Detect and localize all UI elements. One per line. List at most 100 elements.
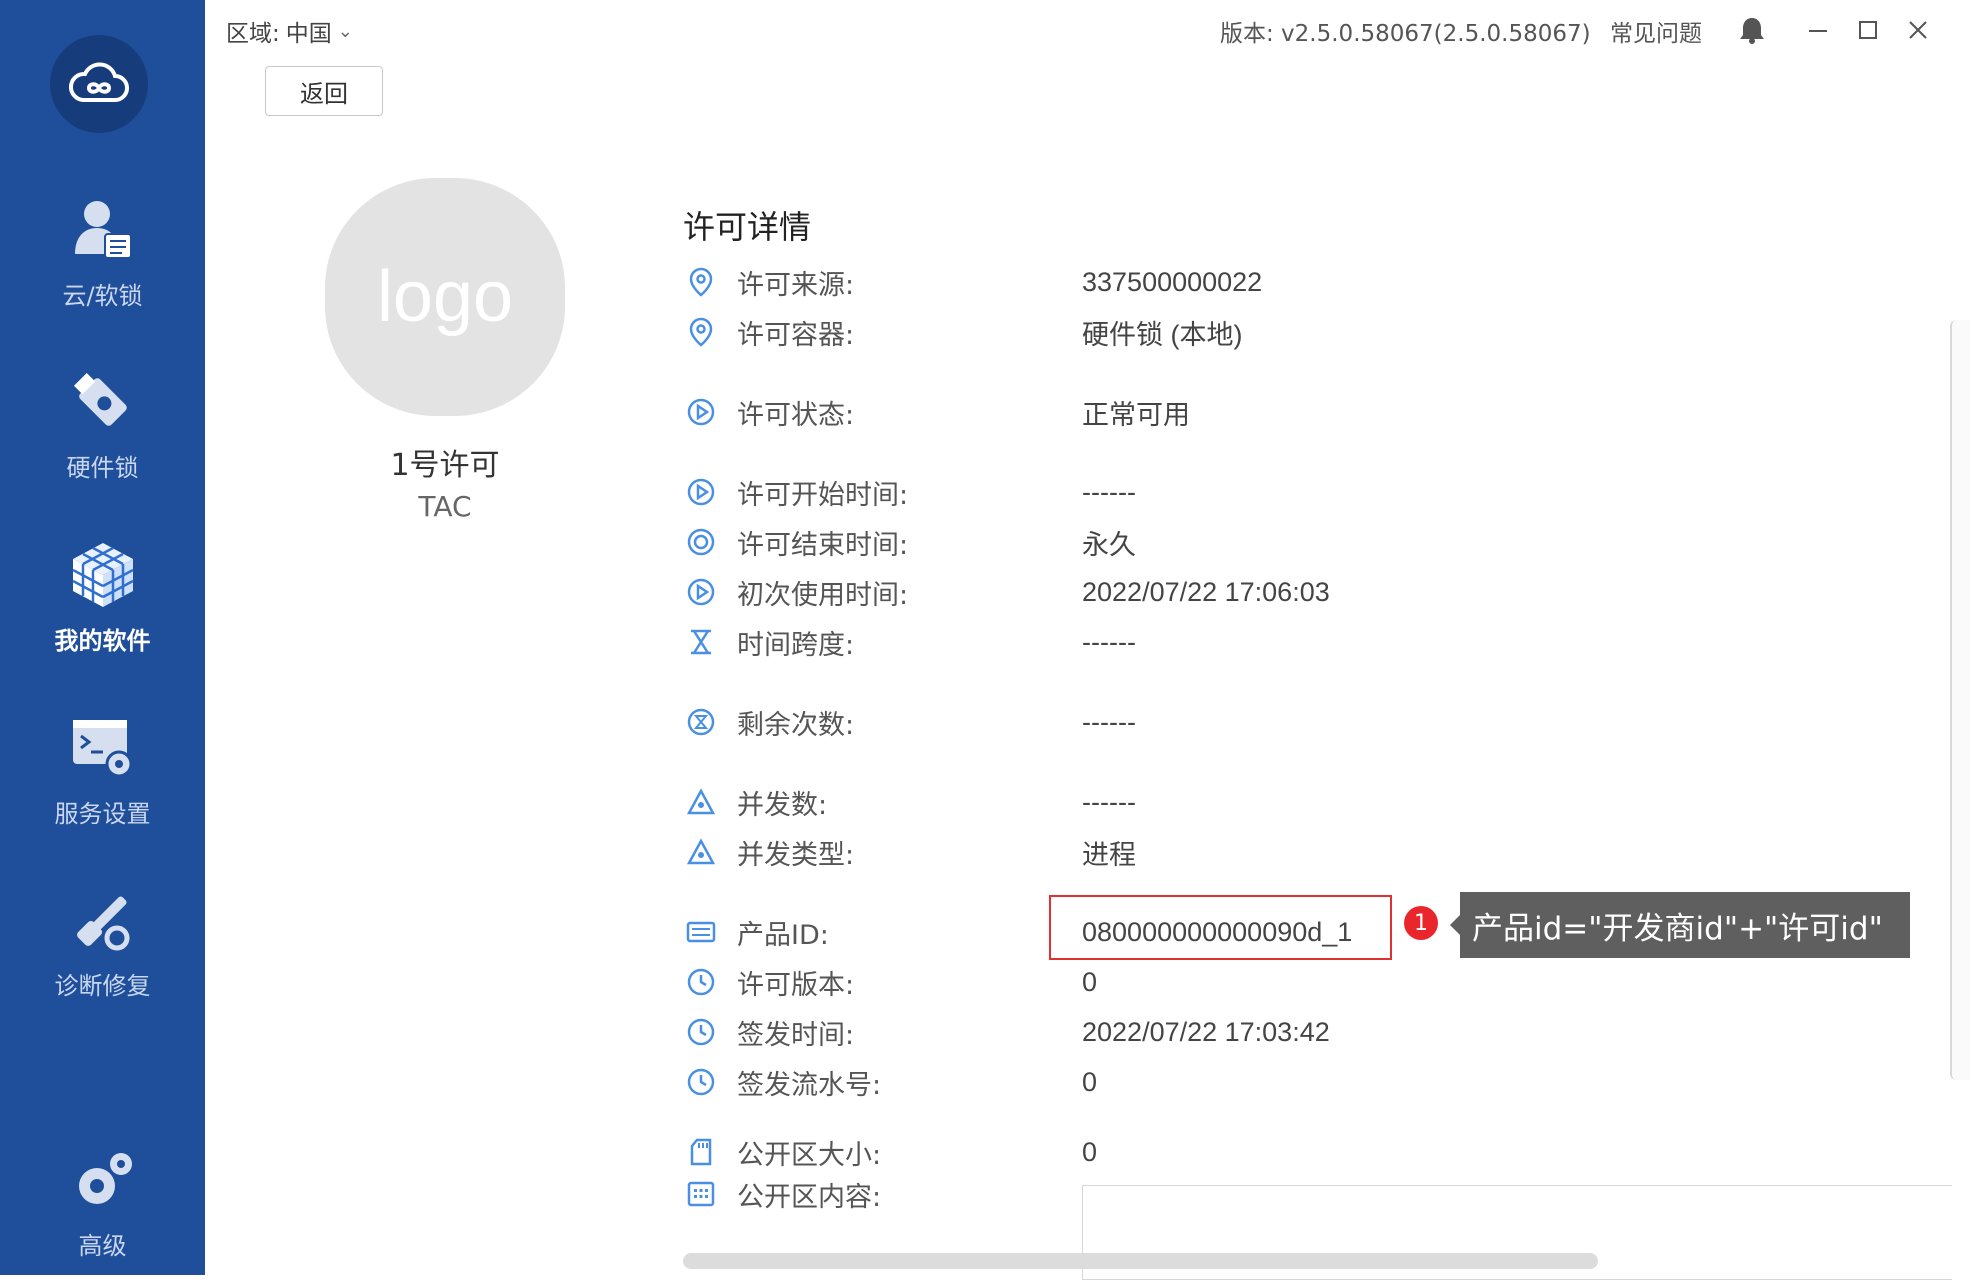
usb-dongle-icon (63, 362, 143, 442)
license-name: 1号许可 (390, 448, 500, 483)
nav-diagnose-repair[interactable]: 诊断修复 (0, 880, 205, 1020)
product-id-highlight (1049, 895, 1392, 960)
nav-label: 我的软件 (54, 627, 151, 655)
play-circle-icon (683, 474, 719, 510)
detail-label: 签发时间: (737, 1019, 855, 1051)
network-triangle-icon (683, 834, 719, 870)
detail-label: 许可容器: (737, 319, 855, 351)
clock-icon (683, 964, 719, 1000)
cubes-icon (63, 535, 143, 615)
clock-icon (683, 1014, 719, 1050)
grid-box-icon (683, 1176, 719, 1212)
chevron-down-icon: ⌄ (337, 20, 353, 42)
version-text: 版本: v2.5.0.58067(2.5.0.58067) (1220, 21, 1591, 47)
detail-value: 0 (1082, 1136, 1098, 1167)
bell-icon[interactable] (1736, 14, 1768, 46)
sidebar: 云/软锁 硬件锁 我的软件 服务设置 诊断修复 高级 (0, 0, 205, 1275)
detail-row-serial: 签发流水号: 0 (683, 1062, 1097, 1102)
nav-label: 硬件锁 (66, 454, 139, 482)
detail-label: 公开区大小: (737, 1139, 882, 1171)
cloud-logo-icon (50, 35, 148, 133)
detail-row-remaining-count: 剩余次数: ------ (683, 702, 1136, 742)
detail-value: ------ (1082, 626, 1136, 657)
license-logo: logo (325, 178, 565, 416)
nav-service-settings[interactable]: 服务设置 (0, 708, 205, 848)
detail-value: 硬件锁 (本地) (1082, 319, 1243, 350)
clock-circle-icon (683, 524, 719, 560)
nav-label: 服务设置 (54, 800, 151, 828)
detail-row-source: 许可来源: 337500000022 (683, 262, 1262, 302)
minimize-icon[interactable] (1802, 14, 1834, 46)
gears-icon (63, 1140, 143, 1220)
license-code: TAC (418, 490, 472, 523)
detail-row-public-content: 公开区内容: (683, 1174, 1082, 1214)
vertical-scrollbar[interactable] (1950, 320, 1970, 1080)
location-pin-icon (683, 314, 719, 350)
detail-label: 初次使用时间: (737, 579, 909, 611)
annotation-callout: 产品id="开发商id"+"许可id" (1450, 892, 1910, 958)
nav-label: 高级 (78, 1232, 127, 1260)
nav-advanced[interactable]: 高级 (0, 1140, 205, 1280)
detail-row-start-time: 许可开始时间: ------ (683, 472, 1136, 512)
detail-value: ------ (1082, 476, 1136, 507)
hourglass-circle-icon (683, 704, 719, 740)
play-circle-icon (683, 574, 719, 610)
nav-label: 诊断修复 (54, 972, 151, 1000)
detail-row-issue-time: 签发时间: 2022/07/22 17:03:42 (683, 1012, 1330, 1052)
region-selector[interactable]: 区域: 中国 ⌄ (226, 14, 353, 48)
play-circle-icon (683, 394, 719, 430)
detail-label: 公开区内容: (737, 1181, 882, 1213)
details-title: 许可详情 (683, 208, 812, 246)
detail-row-license-version: 许可版本: 0 (683, 962, 1097, 1002)
back-button[interactable]: 返回 (265, 66, 383, 116)
detail-value: 进程 (1082, 839, 1136, 870)
keyboard-icon (683, 914, 719, 950)
detail-row-concurrency: 并发数: ------ (683, 782, 1136, 822)
close-icon[interactable] (1902, 14, 1934, 46)
detail-row-status: 许可状态: 正常可用 (683, 392, 1190, 432)
detail-row-public-size: 公开区大小: 0 (683, 1132, 1097, 1172)
detail-label: 并发数: (737, 789, 828, 821)
detail-value: 2022/07/22 17:03:42 (1082, 1016, 1330, 1047)
faq-link[interactable]: 常见问题 (1610, 14, 1702, 48)
nav-hardware-lock[interactable]: 硬件锁 (0, 362, 205, 502)
detail-row-container: 许可容器: 硬件锁 (本地) (683, 312, 1242, 352)
detail-label: 许可开始时间: (737, 479, 909, 511)
nav-my-software[interactable]: 我的软件 (0, 535, 205, 675)
detail-value: 0 (1082, 1066, 1098, 1097)
detail-value: 永久 (1082, 529, 1136, 560)
detail-label: 剩余次数: (737, 709, 855, 741)
hourglass-icon (683, 624, 719, 660)
network-triangle-icon (683, 784, 719, 820)
clock-icon (683, 1064, 719, 1100)
terminal-gear-icon (63, 708, 143, 788)
location-pin-icon (683, 264, 719, 300)
detail-value: ------ (1082, 706, 1136, 737)
detail-value: ------ (1082, 786, 1136, 817)
horizontal-scrollbar[interactable] (683, 1253, 1598, 1269)
region-label: 区域: (226, 21, 280, 47)
detail-row-first-use: 初次使用时间: 2022/07/22 17:06:03 (683, 572, 1330, 612)
detail-value: 正常可用 (1082, 399, 1190, 430)
nav-label: 云/软锁 (62, 282, 143, 310)
maximize-icon[interactable] (1852, 14, 1884, 46)
detail-value: 337500000022 (1082, 266, 1263, 297)
detail-row-time-span: 时间跨度: ------ (683, 622, 1136, 662)
region-value: 中国 (285, 21, 332, 47)
detail-label: 产品ID: (737, 919, 829, 951)
detail-label: 许可来源: (737, 269, 855, 301)
detail-row-end-time: 许可结束时间: 永久 (683, 522, 1136, 562)
detail-label: 签发流水号: (737, 1069, 882, 1101)
detail-row-concurrency-type: 并发类型: 进程 (683, 832, 1136, 872)
nav-cloud-soft-lock[interactable]: 云/软锁 (0, 190, 205, 330)
detail-label: 许可状态: (737, 399, 855, 431)
detail-label: 许可版本: (737, 969, 855, 1001)
cloud-user-icon (63, 190, 143, 270)
wrench-repair-icon (63, 880, 143, 960)
detail-label: 并发类型: (737, 839, 855, 871)
detail-label: 时间跨度: (737, 629, 855, 661)
detail-value: 2022/07/22 17:06:03 (1082, 576, 1330, 607)
sd-card-icon (683, 1134, 719, 1170)
detail-label: 许可结束时间: (737, 529, 909, 561)
detail-value: 0 (1082, 966, 1098, 997)
